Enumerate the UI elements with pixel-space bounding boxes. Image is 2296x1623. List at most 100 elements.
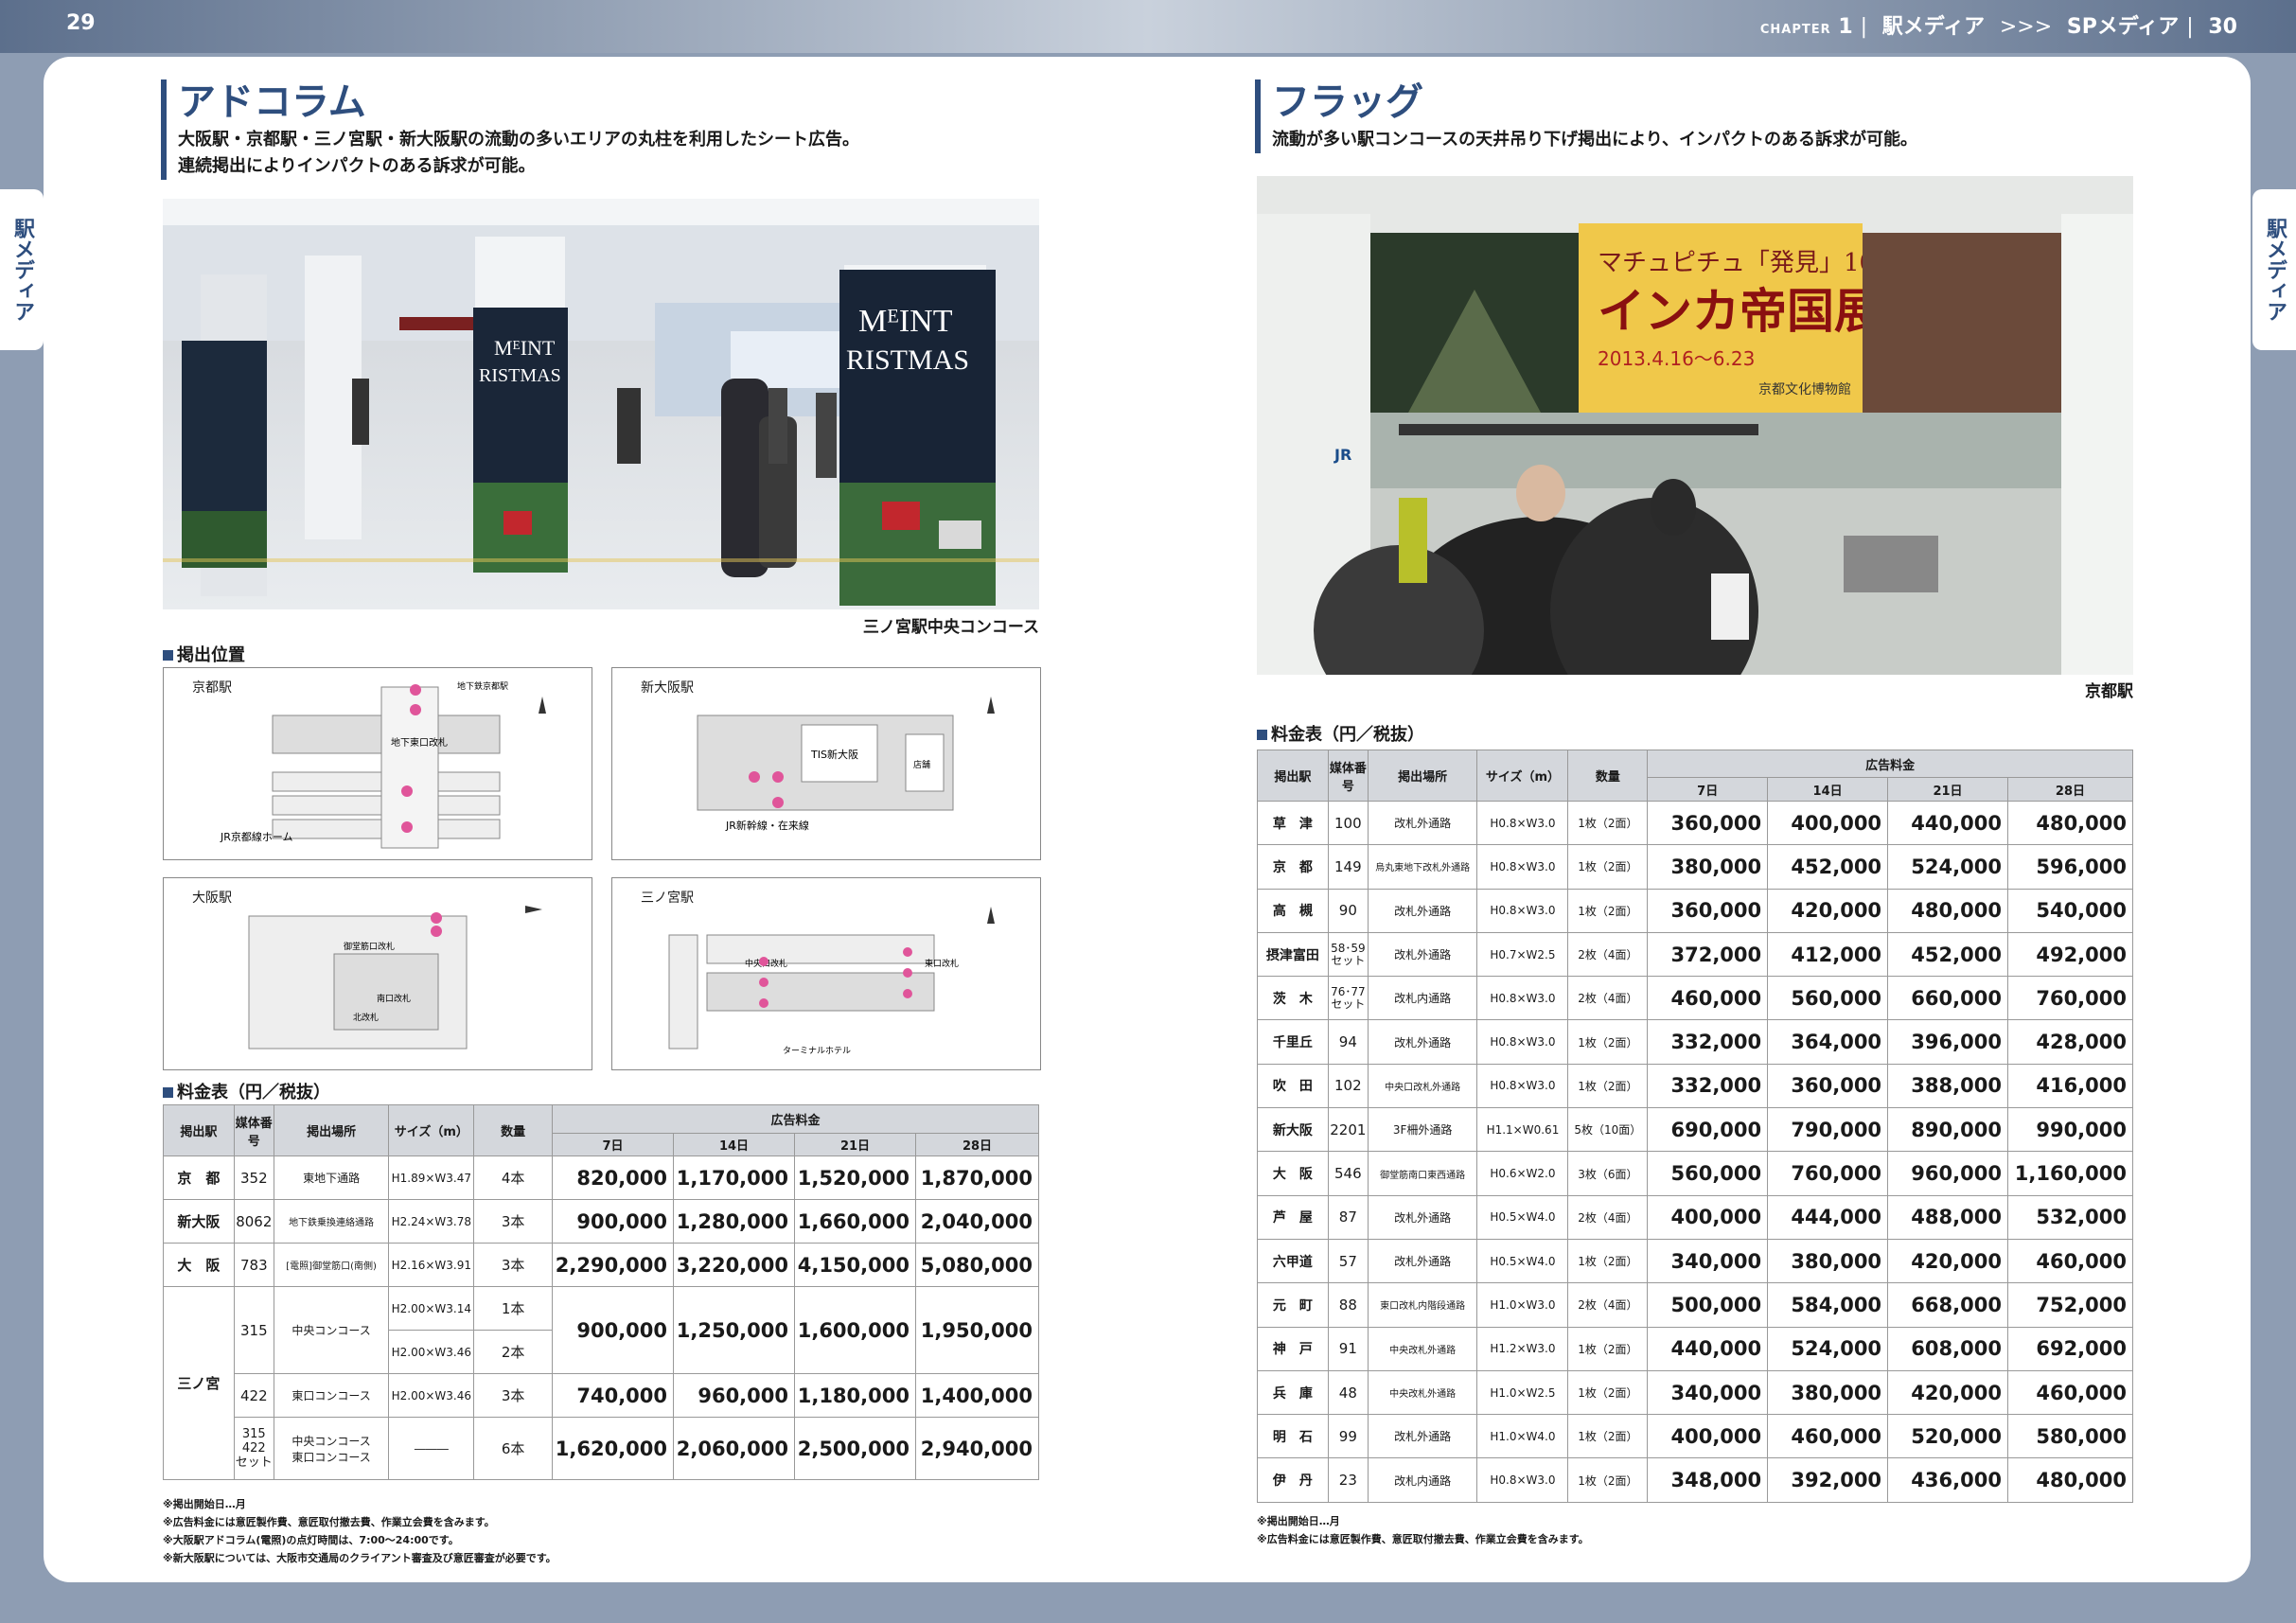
cell-no: 2201	[1327, 1107, 1369, 1153]
cell-qty: 2本	[473, 1330, 554, 1374]
cell-place: 東口改札内階段通路	[1367, 1282, 1478, 1328]
cell-no-2: 422	[241, 1441, 266, 1455]
cell-size: H2.00×W3.46	[388, 1373, 475, 1418]
price-table-left: 掲出駅 媒体番号 掲出場所 サイズ（m） 数量 広告料金 7日 14日 21日 …	[163, 1104, 1040, 1480]
map-osaka-north: 北改札	[353, 1012, 379, 1023]
banner-main: インカ帝国展	[1598, 283, 1881, 339]
table-row: 千里丘 94 改札外通路 H0.8×W3.0 1枚（2面） 332,000 364,000 3…	[1257, 1019, 2134, 1065]
cell-station: 大 阪	[1257, 1151, 1329, 1196]
cell-no: 23	[1327, 1457, 1369, 1503]
cell-place: 中央コンコース	[273, 1286, 390, 1374]
cell-price: 596,000	[2006, 844, 2134, 890]
cell-station: 吹 田	[1257, 1063, 1329, 1109]
cell-price: 1,250,000	[673, 1286, 795, 1374]
cell-size: H2.00×W3.46	[388, 1330, 475, 1374]
cell-no: 88	[1327, 1282, 1369, 1328]
cell-price: 460,000	[1647, 976, 1769, 1021]
cell-price: 1,660,000	[794, 1199, 916, 1244]
cell-qty: 1枚（2面）	[1567, 1414, 1649, 1459]
cell-size: H0.8×W3.0	[1476, 1019, 1569, 1065]
cell-price: 332,000	[1647, 1019, 1769, 1065]
cell-price: 392,000	[1767, 1457, 1889, 1503]
cell-qty: 1枚（2面）	[1567, 1063, 1649, 1109]
location-heading: 掲出位置	[163, 642, 245, 666]
cell-size: H0.7×W2.5	[1476, 931, 1569, 978]
cell-price: 692,000	[2006, 1326, 2134, 1371]
cell-station: 兵 庫	[1257, 1369, 1329, 1416]
th-size: サイズ（m）	[1476, 750, 1569, 802]
cell-price: 990,000	[2006, 1107, 2134, 1153]
cell-price: 1,170,000	[673, 1156, 795, 1200]
cell-price: 400,000	[1647, 1194, 1769, 1240]
cell-price: 340,000	[1647, 1238, 1769, 1284]
cell-price: 532,000	[2006, 1194, 2134, 1240]
cell-price: 520,000	[1887, 1414, 2008, 1459]
cell-place: 東地下通路	[273, 1156, 390, 1200]
cell-size: H0.8×W3.0	[1476, 800, 1569, 846]
page-number-left: 29	[66, 11, 96, 35]
side-tab-left: 駅メディア	[0, 189, 44, 350]
cell-price: 2,940,000	[914, 1417, 1040, 1480]
table-row: 伊 丹 23 改札内通路 H0.8×W3.0 1枚（2面） 348,000 392,000 4…	[1257, 1457, 2134, 1503]
adcolumn-photo-caption: 三ノ宮駅中央コンコース	[862, 618, 1039, 637]
cell-price: 752,000	[2006, 1282, 2134, 1328]
table-row: 422 東口コンコース H2.00×W3.46 3本 740,000 960,0…	[164, 1373, 1040, 1418]
cell-price: 360,000	[1647, 888, 1769, 933]
cell-no-3: セット	[235, 1455, 273, 1470]
cell-price: 360,000	[1767, 1063, 1889, 1109]
map-shinosaka: 新大阪駅 TIS新大阪 JR新幹線・在来線 店舗	[611, 667, 1041, 860]
cell-price: 460,000	[2006, 1369, 2134, 1416]
jr-sign: JR	[1333, 446, 1351, 464]
map-kyoto: 京都駅 JR京都線ホーム 地下東口改札 地下鉄京都駅	[163, 667, 592, 860]
cell-station: 元 町	[1257, 1282, 1329, 1328]
cell-size: H0.5×W4.0	[1476, 1194, 1569, 1240]
cell-place: 中央改札外通路	[1367, 1326, 1478, 1371]
cell-station: 新大阪	[1257, 1107, 1329, 1153]
cell-size: H1.0×W4.0	[1476, 1414, 1569, 1459]
cell-place: 改札外通路	[1367, 1019, 1478, 1065]
cell-size: ―――	[388, 1417, 475, 1480]
map-sannomiya-hotel: ターミナルホテル	[783, 1046, 851, 1056]
map-shinosaka-shop: 店舗	[913, 759, 930, 770]
cell-price: 488,000	[1887, 1194, 2008, 1240]
notes-right: ※掲出開始日…月 ※広告料金には意匠製作費、意匠取付撤去費、作業立会費を含みます…	[1257, 1512, 2137, 1548]
cell-place: 中央改札外通路	[1367, 1369, 1478, 1416]
breadcrumb-arrows: >>>	[1999, 15, 2053, 39]
adcolumn-photo: MᴱINT RISTMAS MᴱINT RISTMAS	[163, 199, 1039, 609]
cell-station: 摂津富田	[1257, 931, 1329, 978]
map-shinosaka-tis: TIS新大阪	[810, 748, 858, 761]
map-kyoto-gate: 地下東口改札	[391, 736, 448, 749]
cell-price: 900,000	[552, 1199, 675, 1244]
cell-qty: 1枚（2面）	[1567, 1457, 1649, 1503]
cell-place: 地下鉄乗換連絡通路	[273, 1199, 390, 1244]
cell-price: 900,000	[552, 1286, 675, 1374]
cell-qty: 1枚（2面）	[1567, 800, 1649, 846]
map-kyoto-label: 京都駅	[192, 680, 232, 696]
cell-station: 京 都	[1257, 844, 1329, 890]
th-fee: 広告料金	[552, 1104, 1039, 1134]
cell-qty: 2枚（4面）	[1567, 1194, 1649, 1240]
note-line: ※新大阪駅については、大阪市交通局のクライアント審査及び意匠審査が必要です。	[163, 1552, 556, 1564]
cell-no: 315	[233, 1286, 274, 1374]
cell-price: 560,000	[1767, 976, 1889, 1021]
map-osaka-south: 南口改札	[377, 993, 411, 1004]
cell-price: 1,400,000	[914, 1373, 1040, 1418]
cell-size: H0.8×W3.0	[1476, 1457, 1569, 1503]
th-qty: 数量	[473, 1104, 554, 1156]
cell-price: 400,000	[1647, 1414, 1769, 1459]
cell-price: 1,280,000	[673, 1199, 795, 1244]
th-qty: 数量	[1567, 750, 1649, 802]
cell-size: H0.8×W3.0	[1476, 844, 1569, 890]
note-line: ※掲出開始日…月	[163, 1498, 246, 1510]
cell-station: 大 阪	[163, 1243, 235, 1287]
cell-station: 三ノ宮	[163, 1286, 235, 1480]
cell-no: 94	[1327, 1019, 1369, 1065]
cell-size: H0.5×W4.0	[1476, 1238, 1569, 1284]
cell-place-2: 東口コンコース	[291, 1450, 371, 1464]
map-sannomiya-east: 東口改札	[925, 958, 959, 969]
cell-size: H1.89×W3.47	[388, 1156, 475, 1200]
cell-qty: 1枚（2面）	[1567, 888, 1649, 933]
map-kyoto-line: JR京都線ホーム	[220, 830, 293, 843]
cell-price: 492,000	[2006, 931, 2134, 978]
th-station: 掲出駅	[163, 1104, 235, 1156]
